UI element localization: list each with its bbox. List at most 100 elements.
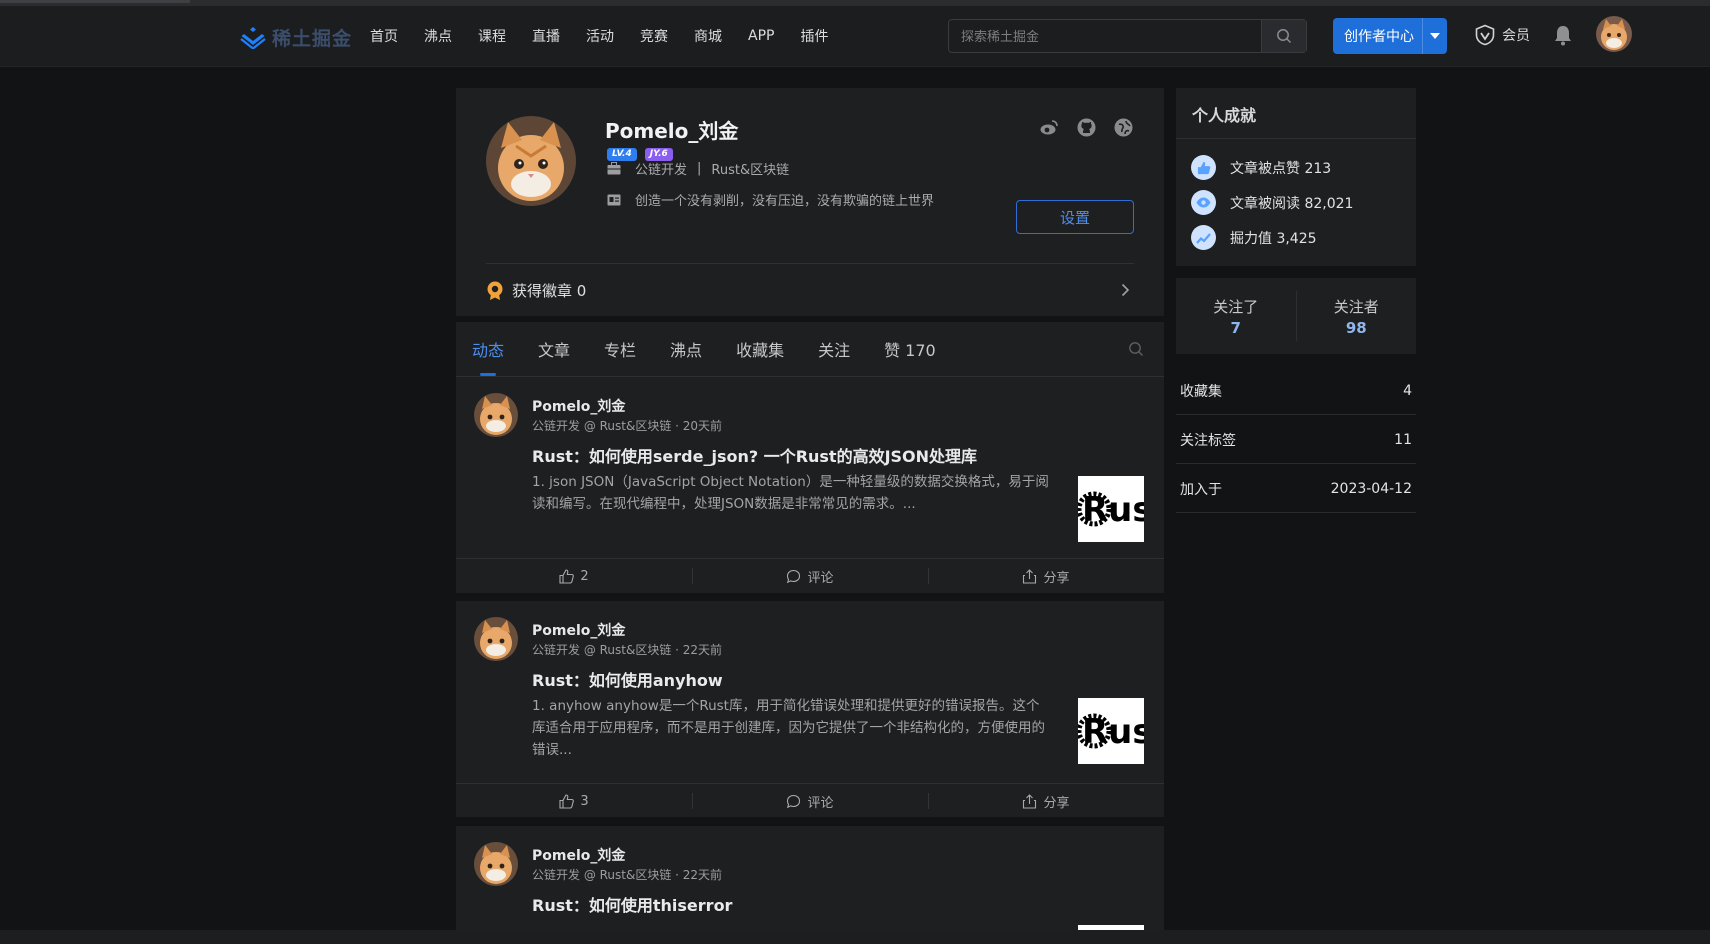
- website-icon[interactable]: [1114, 118, 1133, 137]
- followers-stat[interactable]: 关注者 98: [1297, 278, 1417, 354]
- feed-author-name[interactable]: Pomelo_刘金: [532, 396, 625, 416]
- share-icon: [1023, 793, 1037, 809]
- nav-shop[interactable]: 商城: [694, 26, 722, 46]
- achievement-power: 掘力值 3,425: [1191, 225, 1317, 250]
- medals-label: 获得徽章 0: [512, 282, 587, 300]
- medal-icon: [487, 281, 503, 300]
- feed-article-title[interactable]: Rust：如何使用thiserror: [532, 892, 732, 916]
- profile-username: Pomelo_刘金: [605, 119, 739, 143]
- site-logo[interactable]: 稀土掘金: [240, 24, 352, 50]
- tab-likes[interactable]: 赞 170: [884, 322, 936, 376]
- nav-events[interactable]: 活动: [586, 26, 614, 46]
- feed-author-meta: 公链开发 @ Rust&区块链 · 20天前: [532, 419, 723, 433]
- rust-logo-icon: Rus: [1078, 712, 1144, 752]
- feed-article-thumbnail[interactable]: Rus: [1078, 476, 1144, 542]
- achievement-likes: 文章被点赞 213: [1191, 155, 1331, 180]
- achievement-reads-label: 文章被阅读 82,021: [1230, 195, 1354, 212]
- like-button[interactable]: 3: [456, 784, 692, 818]
- feed-author-avatar[interactable]: [474, 842, 518, 886]
- feed-article-title[interactable]: Rust：如何使用serde_json? 一个Rust的高效JSON处理库: [532, 443, 977, 467]
- profile-job-row: 公链开发 | Rust&区块链: [607, 159, 789, 178]
- feed-article-summary[interactable]: 1. json JSON（JavaScript Object Notation）…: [532, 471, 1052, 515]
- bell-icon: [1555, 26, 1571, 46]
- feed-author-name[interactable]: Pomelo_刘金: [532, 845, 625, 865]
- followed-tags-value: 11: [1394, 431, 1412, 448]
- notification-button[interactable]: [1553, 24, 1573, 50]
- weibo-icon[interactable]: [1039, 118, 1059, 136]
- following-label: 关注了: [1213, 297, 1259, 316]
- main-nav: 首页 沸点 课程 直播 活动 竞赛 商城 APP 插件: [370, 6, 854, 66]
- followed-tags-row[interactable]: 关注标签 11: [1176, 416, 1416, 464]
- nav-contests[interactable]: 竞赛: [640, 26, 668, 46]
- feed-article-title[interactable]: Rust：如何使用anyhow: [532, 667, 723, 691]
- share-button[interactable]: 分享: [928, 559, 1164, 593]
- creator-dropdown-button[interactable]: [1422, 18, 1447, 54]
- achievements-card: 个人成就 文章被点赞 213 文章被阅读 82,021 掘力值 3,425: [1176, 88, 1416, 266]
- id-card-icon: [607, 194, 621, 205]
- social-links: [1039, 118, 1133, 137]
- nav-live[interactable]: 直播: [532, 26, 560, 46]
- achievements-title: 个人成就: [1192, 106, 1257, 125]
- tab-articles[interactable]: 文章: [538, 322, 570, 376]
- nav-pins[interactable]: 沸点: [424, 26, 452, 46]
- cat-avatar-icon: [474, 842, 518, 886]
- like-button[interactable]: 2: [456, 559, 692, 593]
- tab-search-icon[interactable]: [1128, 341, 1144, 357]
- nav-plugins[interactable]: 插件: [800, 26, 828, 46]
- thumbs-up-icon: [559, 568, 575, 584]
- cat-avatar-icon: [486, 116, 576, 206]
- cat-avatar-icon: [474, 393, 518, 437]
- share-button[interactable]: 分享: [928, 784, 1164, 818]
- tab-columns[interactable]: 专栏: [604, 322, 636, 376]
- github-icon[interactable]: [1077, 118, 1096, 137]
- feed-author-avatar[interactable]: [474, 617, 518, 661]
- settings-button[interactable]: 设置: [1016, 200, 1134, 234]
- follow-stats-card: 关注了 7 关注者 98: [1176, 278, 1416, 354]
- vip-label: 会员: [1502, 28, 1530, 44]
- share-label: 分享: [1043, 570, 1070, 586]
- comment-icon: [787, 794, 801, 808]
- chevron-right-icon[interactable]: [1121, 283, 1130, 297]
- feed-item: Pomelo_刘金 公链开发 @ Rust&区块链 · 22天前 Rust：如何…: [456, 601, 1164, 817]
- creator-center-button[interactable]: 创作者中心: [1333, 18, 1447, 54]
- creator-center-label: 创作者中心: [1344, 29, 1414, 45]
- achievement-power-label: 掘力值 3,425: [1230, 230, 1317, 247]
- tab-activity[interactable]: 动态: [472, 322, 504, 376]
- medals-link[interactable]: 获得徽章 0: [486, 280, 586, 301]
- profile-separator: |: [697, 161, 702, 176]
- vip-link[interactable]: 会员: [1474, 24, 1530, 46]
- collections-row[interactable]: 收藏集 4: [1176, 367, 1416, 415]
- rust-logo-text: Rus: [1082, 712, 1144, 752]
- feed-article-summary[interactable]: 1. anyhow anyhow是一个Rust库，用于简化错误处理和提供更好的错…: [532, 695, 1052, 761]
- share-label: 分享: [1043, 795, 1070, 811]
- browser-tab[interactable]: [0, 0, 190, 3]
- feed-item: Pomelo_刘金 公链开发 @ Rust&区块链 · 22天前 Rust：如何…: [456, 826, 1164, 930]
- following-stat[interactable]: 关注了 7: [1176, 278, 1296, 354]
- nav-app[interactable]: APP: [748, 28, 774, 44]
- search-button[interactable]: [1261, 20, 1306, 52]
- comment-button[interactable]: 评论: [692, 784, 928, 818]
- comment-icon: [787, 569, 801, 583]
- comment-label: 评论: [807, 795, 834, 811]
- profile-divider: [486, 263, 1134, 264]
- juejin-logo-icon: [240, 27, 266, 49]
- site-header: 稀土掘金 首页 沸点 课程 直播 活动 竞赛 商城 APP 插件 创作者中心 会…: [0, 6, 1710, 67]
- search-input[interactable]: [959, 20, 1263, 54]
- tab-following[interactable]: 关注: [818, 322, 850, 376]
- cat-avatar-icon: [474, 617, 518, 661]
- joined-label: 加入于: [1180, 481, 1222, 498]
- tab-pins[interactable]: 沸点: [670, 322, 702, 376]
- achievements-divider: [1176, 138, 1416, 139]
- tab-collections[interactable]: 收藏集: [736, 322, 784, 376]
- user-avatar[interactable]: [1596, 16, 1632, 52]
- comment-button[interactable]: 评论: [692, 559, 928, 593]
- profile-tabs-bar: 动态 文章 专栏 沸点 收藏集 关注 赞 170: [456, 322, 1164, 377]
- nav-courses[interactable]: 课程: [478, 26, 506, 46]
- feed-article-thumbnail[interactable]: Rus: [1078, 698, 1144, 764]
- feed-author-name[interactable]: Pomelo_刘金: [532, 620, 625, 640]
- nav-home[interactable]: 首页: [370, 26, 398, 46]
- feed-actions: 2 评论 分享: [456, 558, 1164, 593]
- feed-author-avatar[interactable]: [474, 393, 518, 437]
- profile-avatar[interactable]: [486, 116, 576, 206]
- like-count: 2: [580, 568, 589, 584]
